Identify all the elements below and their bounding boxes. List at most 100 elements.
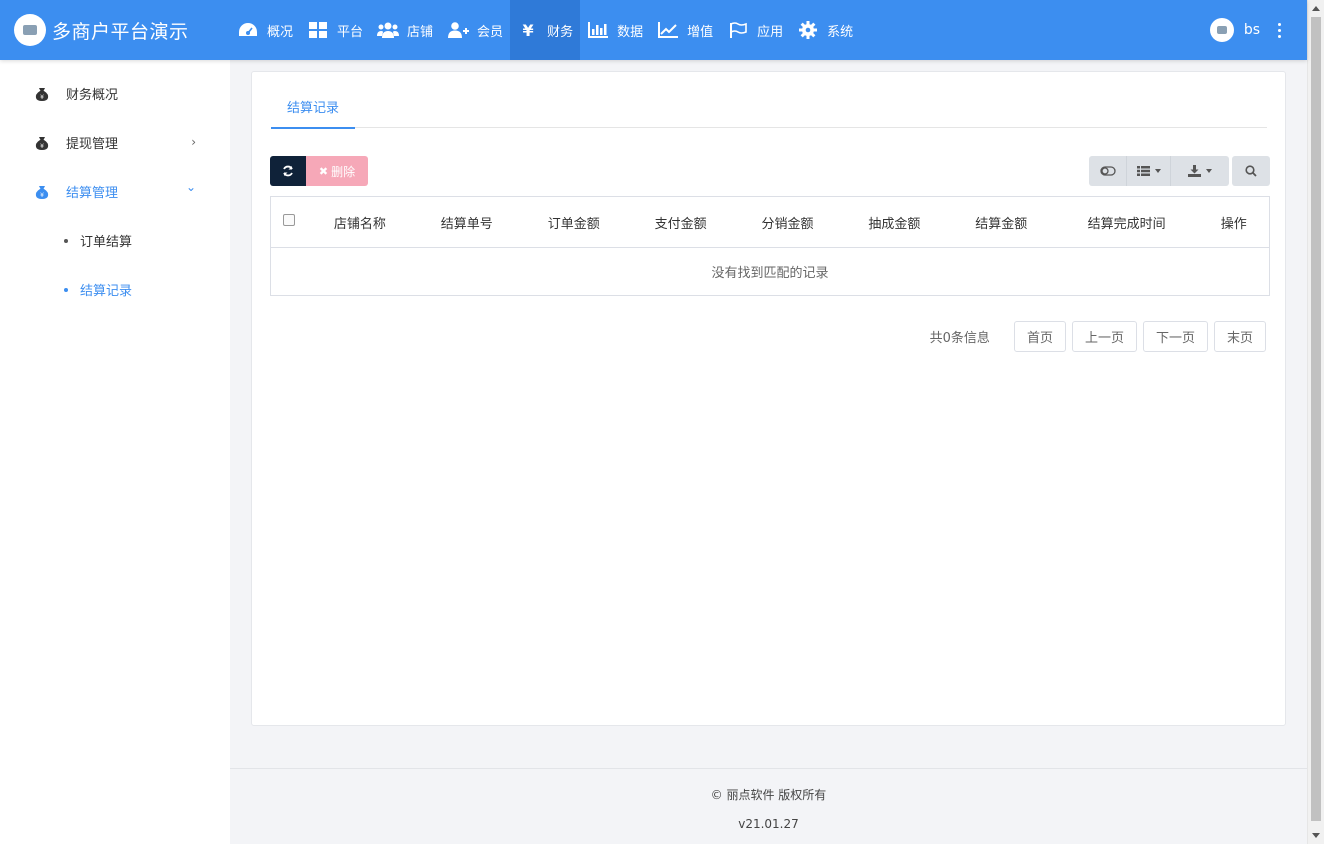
column-header[interactable]: 结算金额 — [947, 196, 1055, 248]
bullet-icon — [64, 238, 68, 243]
sidebar: ¥ 财务概况 ¥ 提现管理 › ¥ 结算管理 ⌄ 订单结算 结算记录 — [0, 60, 230, 844]
sidebar-item-withdrawal[interactable]: ¥ 提现管理 › — [0, 118, 230, 167]
nav-label: 财务 — [547, 24, 574, 40]
bar-chart-icon — [587, 21, 609, 39]
nav-label: 概况 — [267, 24, 294, 40]
user-plus-icon — [447, 21, 470, 39]
nav-item-value-added[interactable]: 增值 — [650, 0, 720, 60]
caret-down-icon — [1154, 169, 1161, 173]
nav-item-data[interactable]: 数据 — [580, 0, 650, 60]
column-header[interactable]: 分销金额 — [734, 196, 841, 248]
chevron-right-icon: › — [191, 135, 196, 149]
footer: © 丽点软件 版权所有 v21.01.27 — [230, 768, 1307, 844]
nav-item-finance[interactable]: ¥ 财务 — [510, 0, 581, 60]
scroll-up-icon[interactable] — [1312, 6, 1320, 11]
next-page-button[interactable]: 下一页 — [1142, 321, 1208, 352]
scrollbar-thumb[interactable] — [1311, 17, 1321, 821]
svg-text:¥: ¥ — [40, 143, 44, 150]
nav-item-overview[interactable]: 概况 — [230, 0, 300, 60]
nav-label: 增值 — [687, 24, 714, 40]
column-header: 操作 — [1198, 196, 1270, 248]
grid-icon — [307, 21, 329, 39]
nav-label: 平台 — [337, 24, 364, 40]
more-vertical-icon[interactable] — [1274, 21, 1285, 40]
nav-label: 应用 — [757, 24, 784, 40]
sidebar-subitem-label: 结算记录 — [80, 284, 133, 299]
nav-item-apps[interactable]: 应用 — [720, 0, 790, 60]
column-header[interactable]: 店铺名称 — [306, 196, 414, 248]
money-bag-icon: ¥ — [34, 86, 50, 102]
column-header[interactable]: 结算单号 — [413, 196, 521, 248]
dashboard-icon — [237, 21, 259, 39]
copyright-text: © 丽点软件 版权所有 — [710, 788, 827, 802]
flag-icon — [727, 21, 749, 39]
brand-title: 多商户平台演示 — [52, 20, 189, 43]
sidebar-item-label: 提现管理 — [66, 137, 119, 152]
sidebar-item-label: 结算管理 — [66, 186, 119, 201]
sidebar-subitem-settlement-records[interactable]: 结算记录 — [0, 265, 230, 314]
prev-page-button[interactable]: 上一页 — [1071, 321, 1137, 352]
nav-item-platform[interactable]: 平台 — [300, 0, 370, 60]
vertical-scrollbar[interactable] — [1307, 0, 1324, 844]
caret-down-icon — [1206, 169, 1212, 173]
nav-item-system[interactable]: 系统 — [790, 0, 860, 60]
username[interactable]: bs — [1244, 22, 1260, 38]
sidebar-item-finance-overview[interactable]: ¥ 财务概况 — [0, 69, 230, 118]
pagination: 共0条信息 首页 上一页 下一页 末页 — [930, 321, 1266, 352]
last-page-button[interactable]: 末页 — [1213, 321, 1266, 352]
brand[interactable]: 多商户平台演示 — [0, 0, 230, 60]
first-page-button[interactable]: 首页 — [1013, 321, 1066, 352]
tab-settlement-records[interactable]: 结算记录 — [271, 87, 356, 129]
nav-item-member[interactable]: 会员 — [440, 0, 510, 60]
svg-text:¥: ¥ — [40, 192, 44, 199]
toggle-icon — [1099, 166, 1116, 176]
columns-button[interactable] — [1127, 156, 1171, 186]
column-header[interactable]: 结算完成时间 — [1054, 196, 1199, 248]
column-header[interactable]: 抽成金额 — [840, 196, 948, 248]
close-icon: ✖ — [318, 164, 329, 178]
gear-icon — [797, 21, 819, 39]
top-navbar: 多商户平台演示 概况 平台 店铺 会员 ¥ 财务 数据 增值 应用 系统 bs — [0, 0, 1307, 60]
line-chart-icon — [657, 21, 679, 39]
select-all-checkbox[interactable] — [282, 214, 295, 226]
empty-message: 没有找到匹配的记录 — [711, 266, 829, 281]
sidebar-subitem-order-settlement[interactable]: 订单结算 — [0, 216, 230, 265]
sidebar-subitem-label: 订单结算 — [80, 235, 133, 250]
nav-label: 会员 — [477, 24, 504, 40]
list-icon — [1136, 166, 1150, 176]
chevron-down-icon: ⌄ — [185, 180, 196, 194]
brand-logo — [14, 14, 46, 46]
version-text: v21.01.27 — [738, 817, 799, 831]
column-header[interactable]: 支付金额 — [627, 196, 735, 248]
table-tools — [1089, 156, 1229, 186]
tab-bar: 结算记录 — [271, 87, 1267, 129]
table-row: 没有找到匹配的记录 — [271, 248, 1270, 296]
scroll-down-icon[interactable] — [1312, 833, 1320, 838]
money-bag-icon: ¥ — [34, 135, 50, 151]
column-header[interactable]: 订单金额 — [520, 196, 628, 248]
export-button[interactable] — [1171, 156, 1229, 186]
refresh-button[interactable] — [270, 156, 306, 186]
main-nav: 概况 平台 店铺 会员 ¥ 财务 数据 增值 应用 系统 — [230, 0, 860, 60]
money-bag-icon: ¥ — [34, 184, 50, 200]
nav-label: 系统 — [827, 24, 854, 40]
nav-label: 数据 — [617, 24, 644, 40]
bullet-icon — [64, 287, 68, 292]
select-all-checkbox-cell — [270, 196, 307, 248]
users-icon — [377, 21, 400, 39]
nav-item-store[interactable]: 店铺 — [370, 0, 440, 60]
search-button[interactable] — [1232, 156, 1270, 186]
toggle-view-button[interactable] — [1089, 156, 1127, 186]
user-area: bs — [1209, 0, 1285, 60]
download-icon — [1188, 165, 1201, 177]
settlement-table: 店铺名称 结算单号 订单金额 支付金额 分销金额 抽成金额 结算金额 结算完成时… — [270, 196, 1270, 296]
delete-label: 删除 — [331, 164, 356, 179]
nav-label: 店铺 — [407, 24, 434, 40]
sidebar-item-label: 财务概况 — [66, 88, 119, 103]
delete-button[interactable]: ✖ 删除 — [306, 156, 368, 186]
sidebar-item-settlement[interactable]: ¥ 结算管理 ⌄ — [0, 167, 230, 216]
table-header-row: 店铺名称 结算单号 订单金额 支付金额 分销金额 抽成金额 结算金额 结算完成时… — [270, 196, 1270, 248]
refresh-icon — [283, 165, 293, 177]
avatar[interactable] — [1209, 18, 1234, 42]
yen-icon: ¥ — [522, 20, 534, 40]
